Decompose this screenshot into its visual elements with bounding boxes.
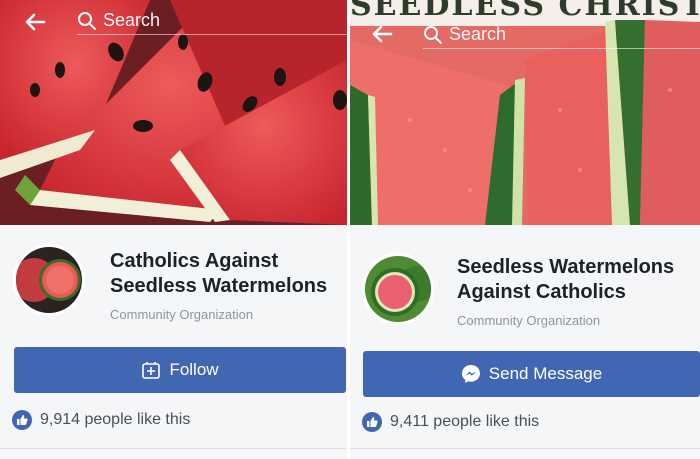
follow-button[interactable]: Follow <box>14 347 346 393</box>
page-category: Community Organization <box>110 307 254 322</box>
divider <box>0 448 347 449</box>
search-placeholder: Search <box>449 24 507 44</box>
send-message-button[interactable]: Send Message <box>363 351 700 397</box>
likes-count: 9,411 people like this <box>362 412 539 432</box>
page-title-line1: Seedless Watermelons <box>457 256 675 278</box>
page-category: Community Organization <box>457 313 601 328</box>
divider <box>350 448 700 449</box>
page-title: Seedless Watermelons Against Catholics <box>457 255 700 305</box>
avatar[interactable] <box>13 244 85 316</box>
likes-text: 9,411 people like this <box>390 413 540 430</box>
follow-icon <box>141 360 161 380</box>
search-icon <box>423 25 443 45</box>
page-title-line2: Against Catholics <box>457 281 626 303</box>
back-arrow-icon[interactable] <box>24 11 46 33</box>
page-title-line1: Catholics Against <box>110 250 279 272</box>
follow-button-label: Follow <box>169 360 219 379</box>
page-title: Catholics Against Seedless Watermelons <box>110 249 347 299</box>
top-search-bar: Search <box>350 0 700 49</box>
search-input[interactable]: Search <box>423 22 700 49</box>
likes-text: 9,914 people like this <box>40 411 191 428</box>
messenger-icon <box>461 364 481 384</box>
back-arrow-icon[interactable] <box>371 23 393 45</box>
avatar[interactable] <box>362 253 434 325</box>
send-message-label: Send Message <box>488 364 603 383</box>
search-icon <box>77 11 97 31</box>
right-page-panel: SEEDLESS CHRIST Search Seedless Watermel… <box>350 0 700 459</box>
page-title-line2: Seedless Watermelons <box>110 275 328 297</box>
left-page-panel: Search Catholics Against Seedless Waterm… <box>0 0 347 459</box>
top-search-bar: Search <box>0 0 347 46</box>
search-placeholder: Search <box>103 10 161 30</box>
search-input[interactable]: Search <box>77 8 347 35</box>
like-icon <box>362 412 382 432</box>
likes-count: 9,914 people like this <box>12 410 190 430</box>
like-icon <box>12 410 32 430</box>
